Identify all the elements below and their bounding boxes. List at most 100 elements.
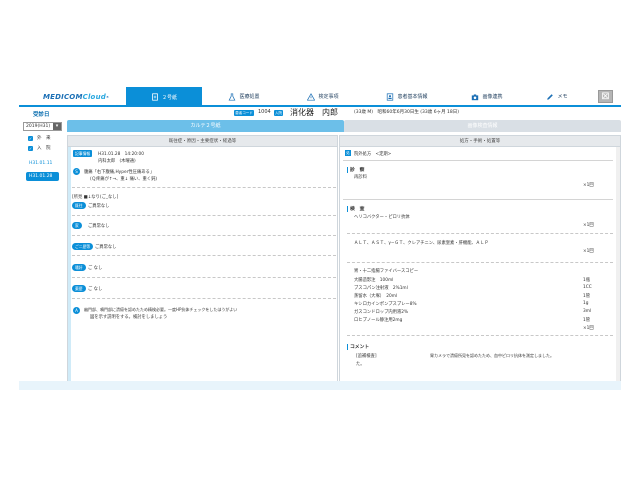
patient-bar: 患者コード 1004 入院 消化器 内郎 (33歳 M) 昭和60年6月30日生… [65,107,621,120]
other-history-chip: ご二歴等 [72,243,94,250]
test-qty: ×1回 [583,223,594,228]
year-select[interactable]: 2019(H31) ▾ [23,122,62,131]
history-panel: 既往症・原因・主要症状・経過等 記事情報 H31.01.28 14:20:00 … [67,135,338,390]
endoscopy-title: 胃・十二指腸ファイバースコピー [354,269,419,274]
pen-icon [547,93,554,100]
medicom-cloud-logo: MEDICOM Cloud ® [43,91,109,103]
tab-image-exam-info[interactable]: 画像検査情報 [344,120,621,132]
scrollbar[interactable] [616,147,620,390]
patient-name: 消化器 内郎 [290,108,338,117]
tab-label: 患者基本情報 [397,94,428,100]
visit-date-item[interactable]: H31.01.11 [26,159,59,168]
filter-label: 入 院 [37,146,51,151]
endoscopy-drug: 大腸造影注 100ml [354,278,394,283]
logo-cloud: Cloud [82,93,106,101]
filter-label: 外 来 [37,136,51,141]
subjective-line-1: 腹痛「右下腹痛,Hyper性圧痛ある」 [84,170,155,175]
tab-karte-form2[interactable]: カルテ２号紙 [67,120,344,132]
divider [347,233,613,234]
comment-text: 胃カメラで潰瘍所見を認めたため、血中ピロリ抗体を測定しました。 [430,353,554,358]
endoscopy-drug: ロヒプノール静注用2mg [354,318,403,323]
history-text: ご異常なし [88,204,110,209]
logo-main: MEDICOM [43,93,83,101]
subjective-icon: S [73,168,80,175]
prescription-panel: 処方・手術・処置等 処 院外処方 <定期> 診 察 再診料 ×1回 検 査 ヘリ… [339,135,621,390]
visit-date-item-selected[interactable]: H31.01.28 [26,172,59,181]
preference-text: ご なし [88,266,103,271]
tab-exam-items[interactable]: 検定事項 [287,88,359,105]
top-nav: MEDICOM Cloud ® ２号紙 医療処置 検定事項 患者基本情報 画像連携 … [19,87,621,107]
prescription-icon: 処 [345,150,351,156]
divider [72,277,336,278]
document-icon [152,93,158,101]
admission-badge: 入院 [274,110,283,116]
section-title: コメント [350,345,370,350]
history-panel-header: 既往症・原因・主要症状・経過等 [68,136,337,147]
chevron-down-icon: ▾ [53,123,61,130]
filter-outpatient[interactable]: ✓ 外 来 [28,135,51,141]
divider [72,235,336,236]
history-chip: 既往 [72,202,86,209]
endoscopy-qty-total: ×1回 [583,326,594,331]
sidebar-title: 受診日 [33,112,50,118]
section-title: 検 査 [350,207,365,212]
year-select-value: 2019(H31) [26,124,51,129]
lab-panel-qty: ×1回 [583,249,594,254]
patient-id: 1004 [258,109,271,115]
warning-icon [307,92,316,101]
prescription-panel-header: 処方・手術・処置等 [340,136,620,147]
tab-patient-info[interactable]: 患者基本情報 [367,88,447,105]
divider [72,215,336,216]
endoscopy-drug-qty: 1CC [583,285,592,290]
tab-memo[interactable]: メモ [527,88,587,105]
tab-form2[interactable]: ２号紙 [126,87,202,107]
divider [343,160,613,161]
subjective-line-2: (Ｑ疼痛が↑→、重↓ 痛い、重く鈍) [90,177,158,182]
consultation-qty: ×1回 [583,183,594,188]
assessment-line-1: 幽門部、噴門部に潰瘍を認めたため精検必要。一度HP抗体チェックをしたほうがよい [84,307,238,312]
checkbox-checked-icon: ✓ [28,135,33,141]
prescription-title: 院外処方 <定期> [354,152,392,157]
tab-label: 画像連携 [482,94,503,100]
filter-inpatient[interactable]: ✓ 入 院 [28,145,51,151]
medication-chip: 薬歴 [72,285,86,292]
endoscopy-drug-qty: 1瓶 [583,278,591,283]
tab-label: 医療処置 [239,94,260,100]
prescription-panel-body: 処 院外処方 <定期> 診 察 再診料 ×1回 検 査 ヘリコバクター・ピロリ抗… [340,147,620,390]
endoscopy-drug-qty: 1管 [583,318,591,323]
patient-code-badge: 患者コード [234,110,254,116]
flask-icon [229,92,236,101]
logo-registered: ® [105,95,110,99]
family-chip: 家 [72,222,82,229]
tab-image-link[interactable]: 画像連携 [451,88,523,105]
endoscopy-drug: キシロカインポンプスプレー8% [354,302,417,307]
divider [347,262,613,263]
section-title: 診 察 [350,168,365,173]
panel-accent [68,147,71,390]
consultation-item: 再診料 [354,175,367,180]
history-panel-body: 記事情報 H31.01.28 14:20:00 内科太郎 (木曜通) S 腹痛「… [68,147,337,390]
tab-medical-procedure[interactable]: 医療処置 [209,88,279,105]
close-button[interactable]: ⊠ [598,90,613,103]
patient-info: (33歳 M) 昭和60年6月30日生 (33歳 6ヶ月 18日) [354,110,459,115]
section-consultation: 診 察 [347,166,364,173]
endoscopy-drug: ブスコパン注射液 2%1ml [354,286,408,291]
divider [72,187,336,188]
tab-label: ２号紙 [161,94,177,101]
app-window: MEDICOM Cloud ® ２号紙 医療処置 検定事項 患者基本情報 画像連携 … [19,87,621,390]
endoscopy-drug-qty: 1g [583,301,589,306]
divider [347,335,613,336]
footer-strip [19,381,621,390]
endoscopy-drug: ガスコンドロップ内用液2% [354,310,409,315]
divider [343,199,613,200]
other-history-text: ご異常なし [95,245,117,250]
endoscopy-drug: 蒸留水（大塚） 20ml [354,294,398,299]
divider [72,298,336,299]
camera-icon [472,93,479,100]
lab-panel-item: ＡＬＴ、ＡＳＴ、γ−ＧＴ、クレアチニン、尿素窒素・肝機能、ＡＬＰ [354,241,489,246]
test-item: ヘリコバクター・ピロリ抗体 [354,215,410,220]
endoscopy-drug-qty: 1管 [583,294,591,299]
id-card-icon [387,92,394,101]
findings-title: [所見 ■↓なり(ご_なし] [72,195,119,200]
assessment-icon: A [73,307,80,314]
